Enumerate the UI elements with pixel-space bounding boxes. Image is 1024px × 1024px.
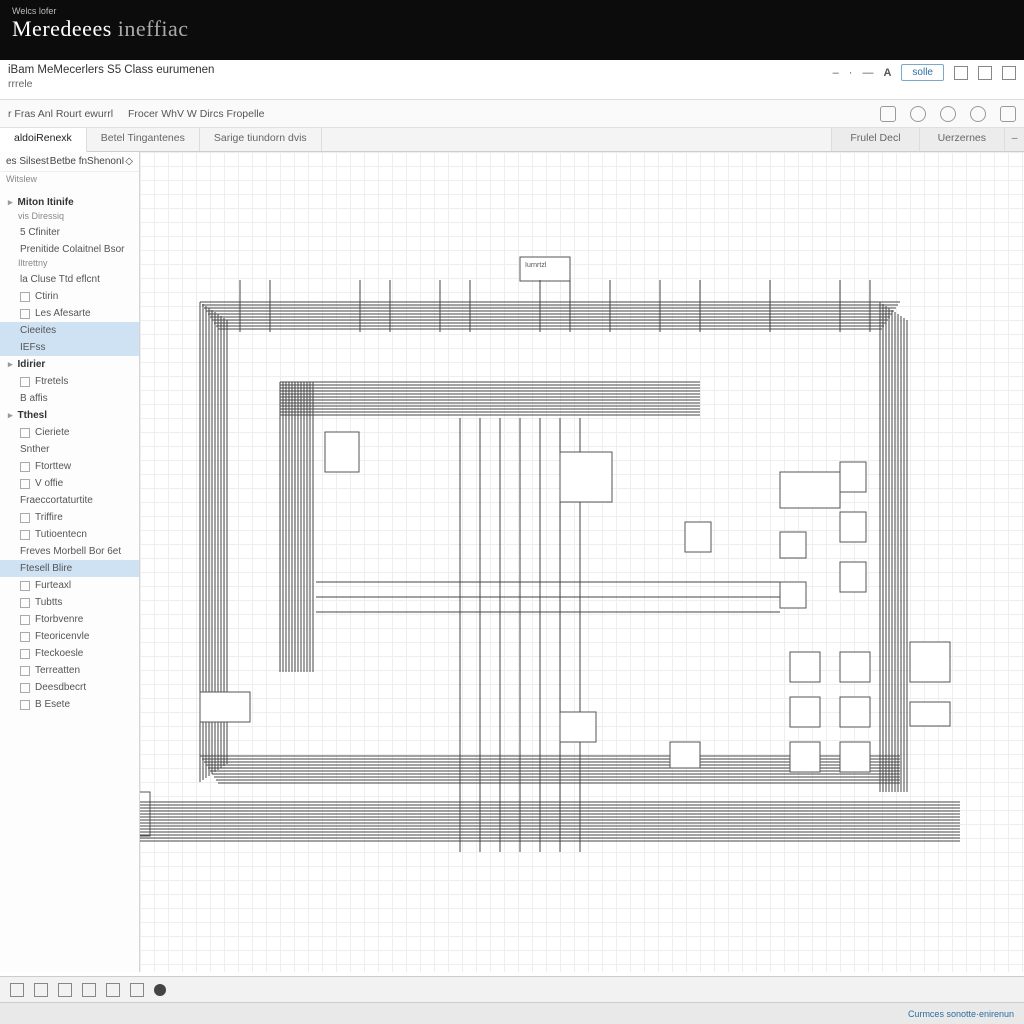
sidebar-item[interactable]: V offie (0, 475, 139, 492)
sidebar-item[interactable]: Fraeccortaturtite (0, 492, 139, 509)
sidebar-item[interactable]: B Esete (0, 696, 139, 713)
sidebar-item[interactable]: Tutioentecn (0, 526, 139, 543)
window-controls: – · — A solle (833, 64, 1016, 81)
toolbar-item-2[interactable]: Frocer WhV W Dircs Fropelle (128, 108, 265, 120)
right-tab-collapse[interactable]: – (1004, 128, 1024, 151)
sidebar-item[interactable]: Ctirin (0, 288, 139, 305)
toolbar: r Fras Anl Rourt ewurrl Frocer WhV W Dir… (0, 100, 1024, 128)
solle-button[interactable]: solle (901, 64, 944, 81)
sidebar-tree: ▸Miton Itinifevis Diressiq5 CfiniterPren… (0, 190, 139, 717)
sidebar-header: es Silsest Betbe fnShenonI ◇ (0, 152, 139, 172)
dot-icon[interactable]: · (849, 67, 853, 79)
sidebar-item[interactable]: Cieeites (0, 322, 139, 339)
sidebar-item[interactable]: IEFss (0, 339, 139, 356)
right-tab-1[interactable]: Frulel Decl (831, 128, 918, 151)
dash-icon[interactable]: – (833, 67, 839, 79)
toolbar-icon-3[interactable] (940, 106, 956, 122)
tab-2[interactable]: Betel Tingantenes (87, 128, 200, 151)
sidebar-item[interactable]: Ftorttew (0, 458, 139, 475)
sidebar-item[interactable]: Fteckoesle (0, 645, 139, 662)
sidebar-item[interactable]: Iltrettny (0, 258, 139, 271)
status-bar (0, 976, 1024, 1002)
sidebar-item[interactable]: Terreatten (0, 662, 139, 679)
tool-icon-2[interactable] (978, 66, 992, 80)
toolbar-icon-1[interactable] (880, 106, 896, 122)
status-icon-1[interactable] (10, 983, 24, 997)
sidebar-item[interactable]: Prenitide Colaitnel Bsor (0, 241, 139, 258)
sidebar-item[interactable]: Triffire (0, 509, 139, 526)
tab-bar: aldoiRenexk Betel Tingantenes Sarige tiu… (0, 128, 1024, 152)
breadcrumb-line1: iBam MeMecerlers S5 Class eurumenen (8, 64, 214, 76)
sidebar: es Silsest Betbe fnShenonI ◇ Witslew ▸Mi… (0, 152, 140, 972)
sidebar-item[interactable]: B affis (0, 390, 139, 407)
footer: Curmces sonotte·enirenun (0, 1002, 1024, 1024)
wiring-diagram: Iurnrtzl (140, 152, 1024, 972)
titlebar: Welcs lofer Meredeees ineffiac (0, 0, 1024, 60)
breadcrumb: iBam MeMecerlers S5 Class eurumenen rrre… (8, 64, 214, 90)
sidebar-item[interactable]: Freves Morbell Bor 6et (0, 543, 139, 560)
chevron-icon[interactable]: ◇ (125, 156, 133, 167)
sidebar-item[interactable]: 5 Cfiniter (0, 224, 139, 241)
sidebar-item[interactable]: Cieriete (0, 424, 139, 441)
sidebar-item[interactable]: Ftretels (0, 373, 139, 390)
tab-1[interactable]: aldoiRenexk (0, 128, 87, 152)
status-icon-2[interactable] (34, 983, 48, 997)
footer-link[interactable]: Curmces sonotte·enirenun (908, 1009, 1014, 1019)
tool-icon-1[interactable] (954, 66, 968, 80)
sidebar-item[interactable]: Les Afesarte (0, 305, 139, 322)
sidebar-item[interactable]: vis Diressiq (0, 211, 139, 224)
status-icon-6[interactable] (130, 983, 144, 997)
toolbar-icon-5[interactable] (1000, 106, 1016, 122)
toolbar-icon-4[interactable] (970, 106, 986, 122)
diagram-canvas[interactable]: Iurnrtzl (140, 152, 1024, 972)
app-title: Meredeees ineffiac (12, 16, 1012, 42)
text-a-icon[interactable]: A (883, 67, 891, 79)
sidebar-item[interactable]: Ftorbvenre (0, 611, 139, 628)
sidebar-item[interactable]: ▸Miton Itinife (0, 194, 139, 211)
minimize-icon[interactable]: — (862, 67, 873, 79)
status-dot-icon[interactable] (154, 984, 166, 996)
right-tab-2[interactable]: Uerzernes (919, 128, 1004, 151)
status-icon-3[interactable] (58, 983, 72, 997)
sidebar-item[interactable]: Tubtts (0, 594, 139, 611)
titlebar-small-text: Welcs lofer (12, 6, 1012, 16)
toolbar-item-1[interactable]: r Fras Anl Rourt ewurrl (8, 108, 113, 120)
sidebar-item[interactable]: Fteoricenvle (0, 628, 139, 645)
sidebar-item[interactable]: Furteaxl (0, 577, 139, 594)
sidebar-item[interactable]: Snther (0, 441, 139, 458)
sidebar-item[interactable]: Deesdbecrt (0, 679, 139, 696)
sidebar-item[interactable]: ▸Idirier (0, 356, 139, 373)
sidebar-item[interactable]: la Cluse Ttd eflcnt (0, 271, 139, 288)
svg-text:Iurnrtzl: Iurnrtzl (525, 262, 547, 269)
sidebar-item[interactable]: Ftesell Blire (0, 560, 139, 577)
status-icon-5[interactable] (106, 983, 120, 997)
breadcrumb-line2: rrrele (8, 78, 214, 90)
sidebar-item[interactable]: ▸Tthesl (0, 407, 139, 424)
workspace: es Silsest Betbe fnShenonI ◇ Witslew ▸Mi… (0, 152, 1024, 972)
status-icon-4[interactable] (82, 983, 96, 997)
sidebar-subheader: Witslew (0, 172, 139, 190)
tool-icon-3[interactable] (1002, 66, 1016, 80)
toolbar-icon-2[interactable] (910, 106, 926, 122)
tab-3[interactable]: Sarige tiundorn dvis (200, 128, 322, 151)
document-bar: iBam MeMecerlers S5 Class eurumenen rrre… (0, 60, 1024, 100)
